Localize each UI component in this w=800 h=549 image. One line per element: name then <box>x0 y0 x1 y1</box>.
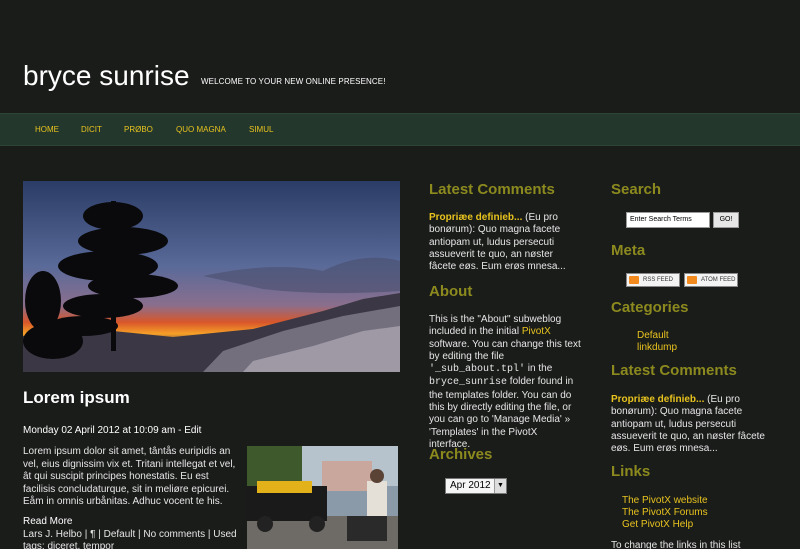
post-title[interactable]: Lorem ipsum <box>23 388 130 408</box>
read-more-link[interactable]: Read More <box>23 516 72 527</box>
main-nav: HOME DICIT PRØBO QUO MAGNA SIMUL <box>0 113 800 146</box>
post-footer: Lars J. Helbo | ¶ | Default | No comment… <box>23 529 237 549</box>
right-latest-comments-heading: Latest Comments <box>611 362 737 379</box>
comment-author-link[interactable]: Propriæe definieb... <box>429 212 522 223</box>
search-input[interactable]: Enter Search Terms <box>626 212 710 228</box>
link-pivotx-help[interactable]: Get PivotX Help <box>622 519 693 530</box>
rss-icon <box>687 276 697 284</box>
about-heading: About <box>429 283 473 300</box>
meta-heading: Meta <box>611 242 646 259</box>
rss-feed-button[interactable]: RSS FEED <box>626 273 680 287</box>
atom-feed-button[interactable]: ATOM FEED <box>684 273 738 287</box>
about-text-part: in the <box>525 363 553 375</box>
comment-author-link[interactable]: Propriæe definieb... <box>611 394 704 405</box>
categories-heading: Categories <box>611 299 689 316</box>
category-link-default[interactable]: Default <box>637 330 669 341</box>
rss-feed-label: RSS FEED <box>643 277 674 283</box>
archives-select[interactable]: Apr 2012 ▼ <box>445 478 507 494</box>
about-file-name: '_sub_about.tpl' <box>429 364 526 376</box>
post-body: Lorem ipsum dolor sit amet, tântås eurip… <box>23 446 236 508</box>
latest-comment: Propriæe definieb... (Eu pro bonørum): Q… <box>429 212 581 273</box>
about-text-part: software. You can change this text by ed… <box>429 338 581 362</box>
hero-image <box>23 181 400 372</box>
nav-item-dicit[interactable]: DICIT <box>81 125 102 134</box>
nav-item-simul[interactable]: SIMUL <box>249 125 273 134</box>
nav-item-probo[interactable]: PRØBO <box>124 125 153 134</box>
nav-item-home[interactable]: HOME <box>35 125 59 134</box>
rss-icon <box>629 276 639 284</box>
site-header: bryce sunrise WELCOME TO YOUR NEW ONLINE… <box>0 0 800 113</box>
about-text: This is the "About" subweblog included i… <box>429 314 581 451</box>
pivotx-link[interactable]: PivotX <box>522 326 551 337</box>
site-tagline: WELCOME TO YOUR NEW ONLINE PRESENCE! <box>201 77 386 86</box>
post-meta: Monday 02 April 2012 at 10:09 am - Edit <box>23 425 202 436</box>
link-pivotx-forums[interactable]: The PivotX Forums <box>622 507 708 518</box>
category-link-linkdump[interactable]: linkdump <box>637 342 677 353</box>
atom-feed-label: ATOM FEED <box>701 277 736 283</box>
search-button[interactable]: GO! <box>713 212 739 228</box>
archives-heading: Archives <box>429 446 493 463</box>
search-heading: Search <box>611 181 662 198</box>
right-latest-comment: Propriæe definieb... (Eu pro bonørum): Q… <box>611 394 771 455</box>
chevron-down-icon: ▼ <box>494 479 506 493</box>
about-folder-name: bryce_sunrise <box>429 377 508 389</box>
post-photo <box>247 446 398 549</box>
nav-item-quo-magna[interactable]: QUO MAGNA <box>176 125 226 134</box>
links-footer-text: To change the links in this list <box>611 540 741 549</box>
archives-selected-value: Apr 2012 <box>450 480 491 491</box>
link-pivotx-website[interactable]: The PivotX website <box>622 495 708 506</box>
latest-comments-heading: Latest Comments <box>429 181 555 198</box>
site-title[interactable]: bryce sunrise <box>23 60 190 92</box>
links-heading: Links <box>611 463 651 480</box>
